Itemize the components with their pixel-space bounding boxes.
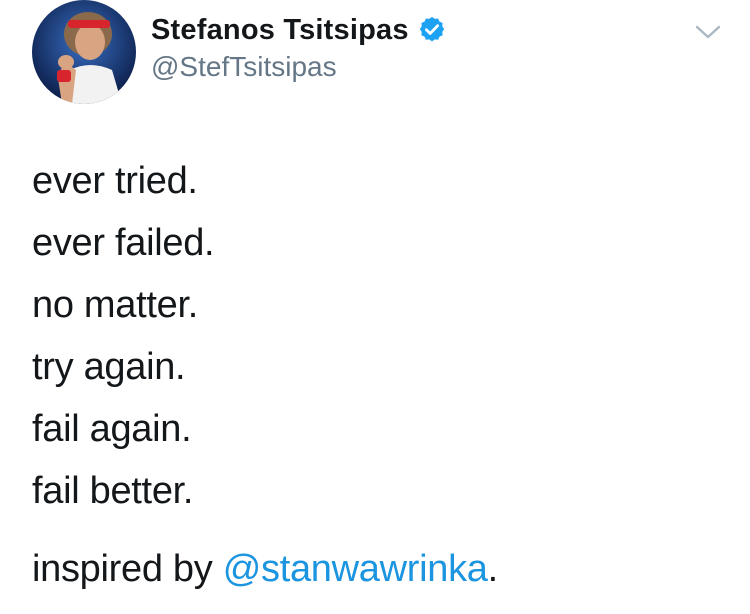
tweet-line: try again. bbox=[32, 346, 186, 388]
tweet-line: ever tried. bbox=[32, 160, 198, 202]
tweet-line: no matter. bbox=[32, 284, 198, 326]
display-name[interactable]: Stefanos Tsitsipas bbox=[151, 12, 409, 48]
avatar[interactable] bbox=[32, 0, 136, 104]
line-spacer bbox=[32, 522, 498, 538]
verified-badge-icon bbox=[417, 15, 447, 45]
tweet-credit-line: inspired by @stanwawrinka. bbox=[32, 538, 498, 600]
tweet-line: fail again. bbox=[32, 408, 192, 450]
tweet-line: ever failed. bbox=[32, 222, 215, 264]
tweet-line: fail better. bbox=[32, 470, 194, 512]
display-name-row[interactable]: Stefanos Tsitsipas bbox=[151, 12, 447, 48]
mention-link[interactable]: @stanwawrinka bbox=[223, 548, 488, 590]
tweet-card: Stefanos Tsitsipas @StefTsitsipas ever t… bbox=[0, 0, 750, 614]
credit-suffix: . bbox=[487, 548, 499, 590]
chevron-down-icon[interactable] bbox=[694, 22, 722, 42]
user-handle[interactable]: @StefTsitsipas bbox=[151, 50, 337, 84]
avatar-image bbox=[32, 0, 136, 104]
tweet-body: ever tried. ever failed. no matter. try … bbox=[32, 150, 498, 600]
credit-prefix: inspired by bbox=[32, 548, 223, 590]
